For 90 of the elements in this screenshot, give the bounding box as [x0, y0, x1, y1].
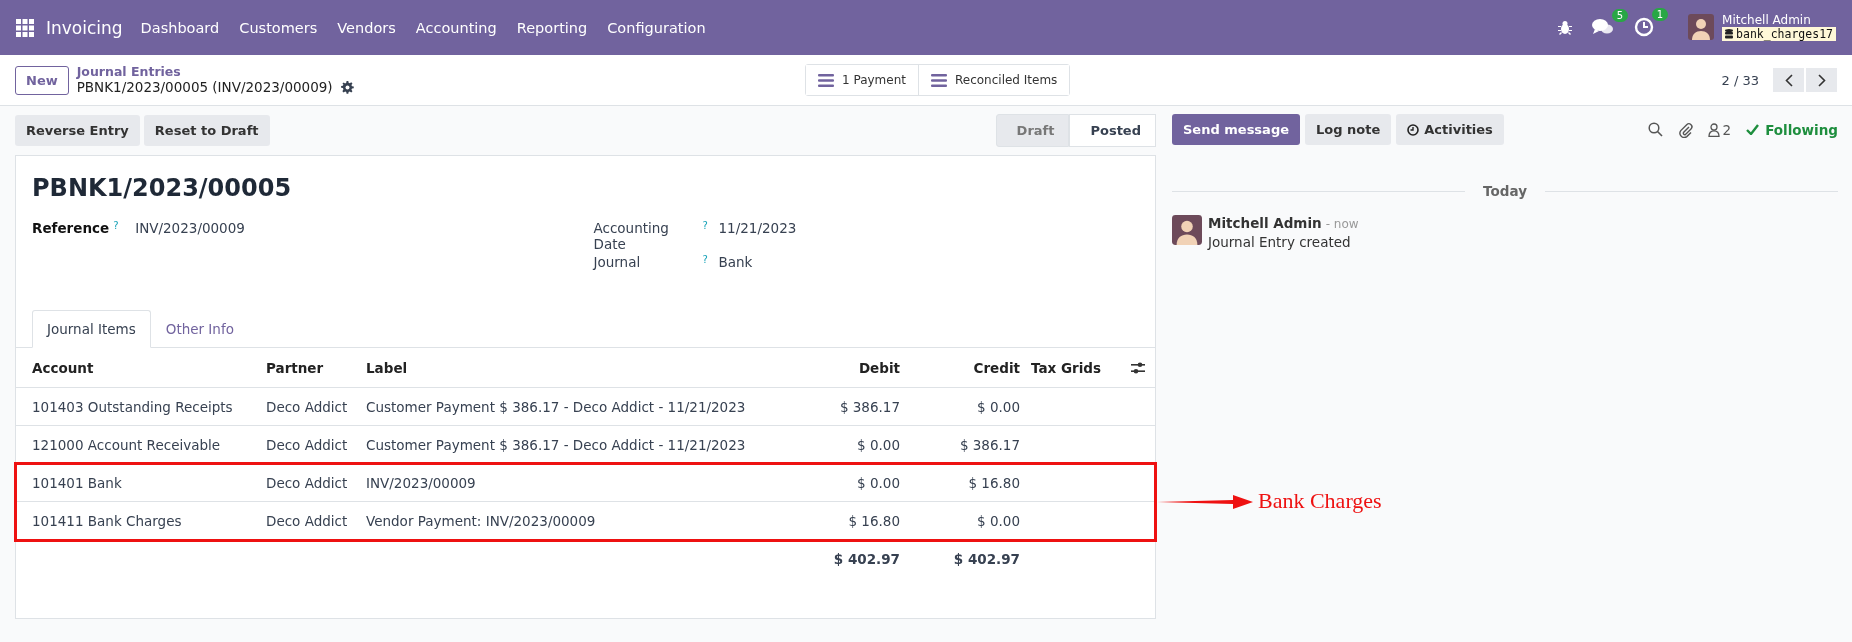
new-button[interactable]: New: [15, 65, 69, 95]
chatter-button[interactable]: Activities: [1396, 114, 1504, 145]
table-cell-text: $ 16.80: [847, 512, 900, 529]
person-icon: [1707, 122, 1720, 137]
column-header[interactable]: Tax Grids: [1020, 359, 1121, 376]
sliders-icon[interactable]: [1131, 361, 1145, 374]
menu-item[interactable]: Dashboard: [140, 19, 220, 36]
column-header[interactable]: Credit: [900, 359, 1020, 376]
next-button[interactable]: [1806, 68, 1837, 92]
field-label: Accounting Date: [593, 220, 670, 252]
table-cell-text: $ 0.00: [976, 512, 1020, 529]
list-icon: [818, 73, 834, 87]
help-tooltip[interactable]: ?: [702, 220, 719, 231]
list-icon: [931, 73, 947, 87]
table-cell-text: 121000 Account Receivable: [32, 436, 222, 453]
record-name: PBNK1/2023/00005 (INV/2023/00009): [76, 79, 333, 97]
chat-icon[interactable]: [1592, 18, 1615, 37]
table-cell-text: Vendor Payment: INV/2023/00009: [366, 512, 597, 529]
followers-button[interactable]: 2: [1707, 121, 1732, 138]
field-value: 11/21/2023: [718, 220, 797, 236]
table-cell-text: 101403 Outstanding Receipts: [32, 398, 234, 415]
debit-total: $ 402.97: [832, 551, 900, 567]
table-cell-text: $ 16.80: [967, 474, 1020, 491]
settings-icon[interactable]: [340, 81, 354, 95]
menu-item[interactable]: Reporting: [516, 19, 588, 36]
clock-icon[interactable]: [1634, 17, 1655, 38]
search-icon[interactable]: [1647, 122, 1663, 137]
menu-item[interactable]: Accounting: [415, 19, 497, 36]
clock-icon: [1407, 123, 1420, 136]
table-cell-text: Deco Addict: [266, 474, 349, 491]
activity-count-badge: 1: [1651, 8, 1669, 22]
table-cell-text: $ 0.00: [856, 436, 900, 453]
table-cell-text: $ 0.00: [856, 474, 900, 491]
table-cell-text: $ 386.17: [838, 398, 900, 415]
table-cell-text: $ 0.00: [976, 398, 1020, 415]
menu-item[interactable]: Configuration: [607, 19, 706, 36]
table-cell-text: Customer Payment $ 386.17 - Deco Addict - 11/21/2023: [366, 398, 747, 415]
tab[interactable]: Other Info: [150, 310, 249, 348]
column-header[interactable]: Partner: [266, 359, 366, 376]
database-name: bank_charges17: [1736, 27, 1833, 41]
column-header[interactable]: Account: [32, 359, 266, 376]
table-cell-text: Deco Addict: [266, 398, 349, 415]
field-label: Journal: [593, 254, 642, 270]
callout-label: Bank Charges: [1258, 488, 1382, 514]
help-tooltip[interactable]: ?: [113, 220, 130, 231]
table-cell-text: Deco Addict: [266, 512, 349, 529]
message-time: - now: [1325, 217, 1359, 231]
action-button[interactable]: Reset to Draft: [143, 115, 270, 146]
check-icon: [1746, 124, 1760, 135]
breadcrumb-link[interactable]: Journal Entries: [76, 63, 354, 80]
avatar-icon: [1172, 215, 1202, 245]
table-cell-text: Customer Payment $ 386.17 - Deco Addict - 11/21/2023: [366, 436, 747, 453]
credit-total: $ 402.97: [952, 551, 1020, 567]
status-step[interactable]: Draft: [995, 114, 1070, 147]
tab[interactable]: Journal Items: [32, 310, 151, 348]
smart-button[interactable]: Reconciled Items: [918, 65, 1070, 95]
pager-value: 2 / 33: [1721, 72, 1759, 88]
help-tooltip[interactable]: ?: [702, 254, 719, 265]
field-value: INV/2023/00009: [135, 220, 245, 236]
column-header[interactable]: Label: [366, 359, 790, 376]
chatter-button[interactable]: Log note: [1305, 114, 1392, 145]
bug-icon[interactable]: [1558, 20, 1573, 35]
chatter-button[interactable]: Send message: [1172, 114, 1300, 145]
previous-button[interactable]: [1773, 68, 1804, 92]
table-cell-text: $ 386.17: [958, 436, 1020, 453]
following-button[interactable]: Following: [1746, 121, 1838, 138]
user-name[interactable]: Mitchell Admin: [1722, 13, 1836, 27]
action-button[interactable]: Reverse Entry: [15, 115, 140, 146]
apps-grid-icon[interactable]: [16, 18, 34, 37]
status-step[interactable]: Posted: [1069, 114, 1156, 147]
chevron-right-icon: [1817, 73, 1826, 87]
table-cell-text: INV/2023/00009: [366, 474, 477, 491]
app-name[interactable]: Invoicing: [46, 17, 123, 38]
table-cell-text: 101411 Bank Charges: [32, 512, 183, 529]
field-label: Reference: [32, 220, 110, 236]
date-separator: Today: [1483, 183, 1527, 199]
message-count-badge: 5: [1611, 9, 1629, 23]
paperclip-icon[interactable]: [1677, 121, 1693, 138]
menu-item[interactable]: Vendors: [337, 19, 396, 36]
chevron-left-icon: [1784, 73, 1793, 87]
message-text: Journal Entry created: [1208, 234, 1352, 250]
field-value: Bank: [718, 254, 753, 270]
column-header[interactable]: Debit: [790, 359, 900, 376]
database-icon: [1725, 29, 1734, 40]
user-avatar-icon[interactable]: [1688, 14, 1715, 41]
table-cell-text: Deco Addict: [266, 436, 349, 453]
menu-item[interactable]: Customers: [239, 19, 318, 36]
table-cell-text: 101401 Bank: [32, 474, 123, 491]
message-author[interactable]: Mitchell Admin: [1208, 215, 1322, 231]
record-title: PBNK1/2023/00005: [32, 174, 293, 202]
